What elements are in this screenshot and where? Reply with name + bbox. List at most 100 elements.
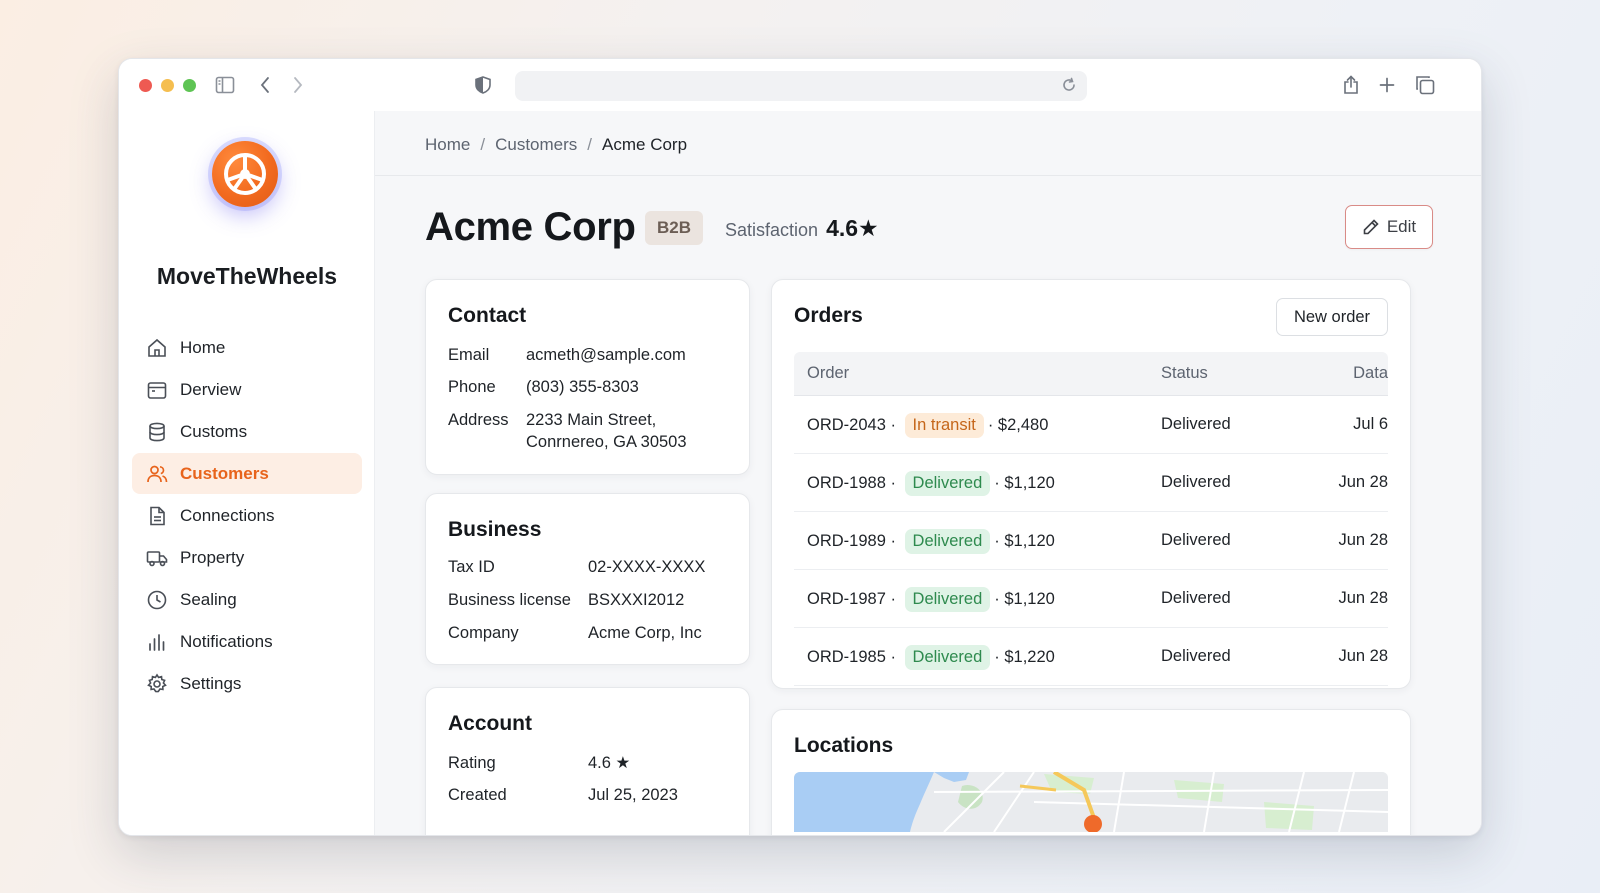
license-label: Business license [448,591,571,609]
header-divider [375,175,1481,176]
sidebar-item-settings[interactable]: Settings [132,663,362,704]
column-date[interactable]: Data [1328,364,1388,383]
address-line1: 2233 Main Street, [526,411,657,429]
browser-toolbar [119,59,1481,111]
sidebar-item-label: Notifications [180,631,273,651]
sidebar: MoveTheWheels Home Derview Customs Custo… [119,111,375,835]
breadcrumb-separator: / [587,135,593,154]
orders-card: Orders New order Order Status Data ORD-2… [771,279,1411,689]
brand-logo[interactable] [212,141,278,207]
table-row[interactable]: ORD-1987 · Delivered · $1,120 Delivered Jun… [794,570,1388,628]
tabs-icon[interactable] [1414,74,1436,96]
satisfaction: Satisfaction 4.6★ [725,215,879,242]
table-row[interactable]: ORD-1985 · Delivered · $1,220 Delivered Jun… [794,628,1388,686]
sidebar-item-label: Connections [180,505,275,525]
table-row[interactable]: ORD-1988 · Delivered · $1,120 Delivered Jun… [794,454,1388,512]
sidebar-item-label: Customers [180,463,269,483]
sidebar-item-derview[interactable]: Derview [132,369,362,410]
status-badge: In transit [904,413,984,438]
star-icon: ★ [615,754,631,772]
sidebar-item-home[interactable]: Home [132,327,362,368]
order-id[interactable]: ORD-1989 [807,532,886,550]
status-cell: Delivered [1161,647,1231,665]
column-order[interactable]: Order [807,364,849,383]
account-title: Account [448,712,532,735]
brand-name: MoveTheWheels [156,263,338,289]
sidebar-item-notifications[interactable]: Notifications [132,621,362,662]
users-icon [147,465,168,482]
sidebar-item-sealing[interactable]: Sealing [132,579,362,620]
breadcrumb-home[interactable]: Home [425,135,470,155]
order-cell: ORD-1985 · Delivered · $1,220 [807,645,1055,670]
maximize-window-button[interactable] [183,78,196,92]
account-card: Account Rating 4.6 ★ Created Jul 25, 202… [425,687,750,835]
address-label: Address [448,411,509,429]
sidebar-item-customs[interactable]: Customs [132,411,362,452]
pencil-icon [1363,219,1379,235]
shield-icon[interactable] [472,74,494,96]
order-amount: $1,120 [1004,532,1055,550]
browser-window: MoveTheWheels Home Derview Customs Custo… [118,58,1482,836]
sidebar-icon[interactable] [214,74,236,96]
status-badge: Delivered [904,587,991,612]
status-cell: Delivered [1161,589,1231,607]
rating-label: Rating [448,754,496,772]
order-amount: $1,220 [1004,648,1055,666]
column-status[interactable]: Status [1161,364,1208,383]
edit-label: Edit [1386,217,1417,236]
order-id[interactable]: ORD-2043 [807,416,886,434]
date-cell: Jun 28 [1338,589,1388,607]
sidebar-item-connections[interactable]: Connections [132,495,362,536]
breadcrumb-customers[interactable]: Customers [495,135,577,155]
star-icon: ★ [858,215,879,241]
breadcrumb-current: Acme Corp [602,135,688,154]
reload-icon[interactable] [1061,77,1077,98]
tax-label: Tax ID [448,558,495,576]
license-value: BSXXXI2012 [588,591,685,609]
date-cell: Jun 28 [1338,473,1388,491]
table-row[interactable]: ORD-2043 · In transit · $2,480 Delivered Ju… [794,396,1388,454]
locations-map[interactable] [794,772,1388,832]
close-window-button[interactable] [139,78,152,92]
order-id[interactable]: ORD-1987 [807,590,886,608]
sidebar-item-label: Settings [180,673,242,693]
order-cell: ORD-1987 · Delivered · $1,120 [807,587,1055,612]
email-value[interactable]: acmeth@sample.com [526,344,686,367]
sidebar-item-property[interactable]: Property [132,537,362,578]
calendar-icon [147,381,167,399]
created-label: Created [448,786,507,804]
phone-value[interactable]: (803) 355-8303 [526,376,639,399]
orders-title: Orders [794,304,863,327]
address-bar[interactable] [515,71,1087,101]
satisfaction-label: Satisfaction [725,220,819,240]
document-icon [150,506,165,525]
clock-icon [147,590,167,609]
company-label: Company [448,624,519,642]
sidebar-item-label: Sealing [180,589,237,609]
bars-icon [149,633,165,651]
breadcrumb: Home / Customers / Acme Corp [425,135,687,155]
traffic-lights [139,78,196,92]
order-id[interactable]: ORD-1985 [807,648,886,666]
order-id[interactable]: ORD-1988 [807,474,886,492]
new-order-button[interactable]: New order [1276,298,1388,336]
new-tab-icon[interactable] [1376,74,1398,96]
locations-card: Locations [771,709,1411,835]
edit-button[interactable]: Edit [1345,205,1433,249]
back-icon[interactable] [254,74,276,96]
table-row[interactable]: ORD-1989 · Delivered · $1,120 Delivered Jun… [794,512,1388,570]
tax-value: 02-XXXX-XXXX [588,558,706,576]
minimize-window-button[interactable] [161,78,174,92]
status-cell: Delivered [1161,473,1231,491]
breadcrumb-separator: / [480,135,486,154]
date-cell: Jun 28 [1338,647,1388,665]
share-icon[interactable] [1340,74,1362,96]
truck-icon [146,550,168,566]
forward-icon[interactable] [287,74,309,96]
order-cell: ORD-1989 · Delivered · $1,120 [807,529,1055,554]
phone-label: Phone [448,378,496,396]
contact-title: Contact [448,304,527,327]
order-amount: $1,120 [1004,474,1055,492]
sidebar-item-customers[interactable]: Customers [132,453,362,494]
home-icon [148,338,166,357]
